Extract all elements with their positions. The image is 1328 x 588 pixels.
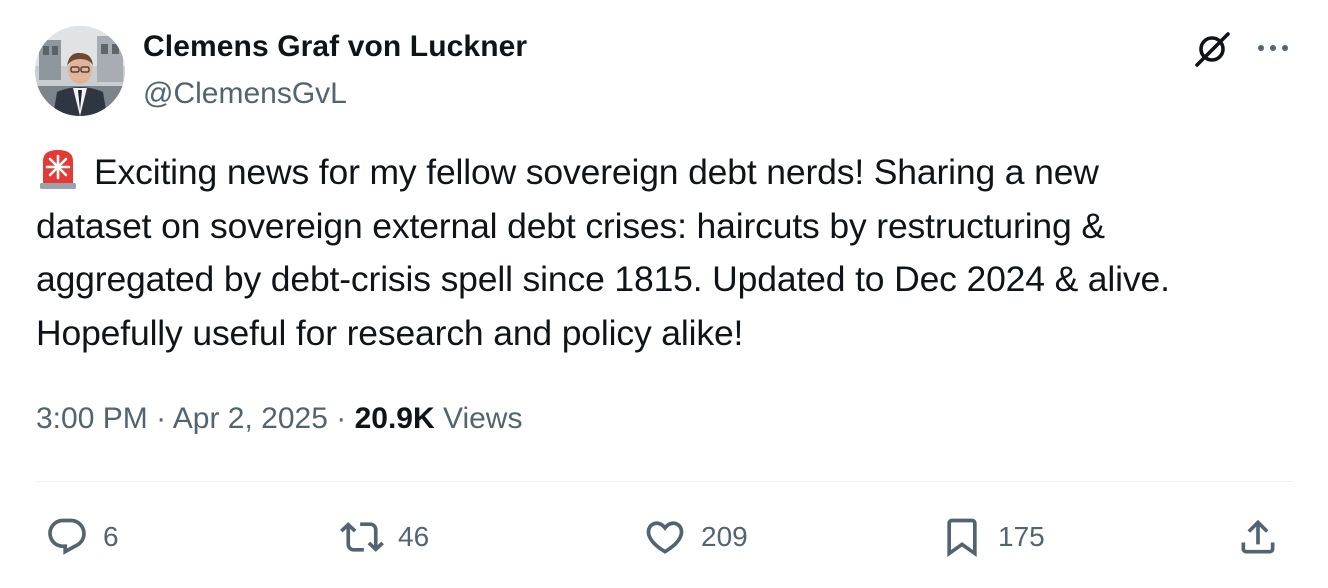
tweet-time[interactable]: 3:00 PM xyxy=(36,402,148,435)
siren-icon xyxy=(36,146,80,190)
author-handle[interactable]: @ClemensGvL xyxy=(143,77,347,111)
bookmark-button[interactable]: 175 xyxy=(940,509,1045,565)
tweet-date[interactable]: Apr 2, 2025 xyxy=(173,402,328,435)
tweet-line-3: aggregated by debt-crisis spell since 18… xyxy=(36,259,1170,299)
meta-separator: · xyxy=(336,402,347,435)
tweet-meta: 3:00 PM · Apr 2, 2025 · 20.9K Views xyxy=(36,402,522,436)
like-count: 209 xyxy=(701,521,748,552)
tweet-line-2: dataset on sovereign external debt crise… xyxy=(36,205,1105,246)
reply-button[interactable]: 6 xyxy=(45,509,119,565)
tweet-card: Clemens Graf von Luckner @ClemensGvL Exc… xyxy=(0,0,1328,588)
grok-icon[interactable] xyxy=(1191,28,1233,70)
meta-separator: · xyxy=(156,402,167,435)
tweet-line-1-text: Exciting news for my fellow sovereign de… xyxy=(94,152,1099,192)
divider xyxy=(36,481,1293,482)
views-label: Views xyxy=(442,402,523,435)
tweet-text: Exciting news for my fellow sovereign de… xyxy=(36,146,1306,360)
author-name[interactable]: Clemens Graf von Luckner xyxy=(143,30,527,64)
reply-icon xyxy=(48,518,86,555)
retweet-count: 46 xyxy=(398,521,430,552)
avatar[interactable] xyxy=(35,26,125,116)
views-count: 20.9K xyxy=(354,402,435,435)
share-button[interactable] xyxy=(1236,509,1280,565)
share-icon xyxy=(1241,519,1275,554)
tweet-line-1: Exciting news for my fellow sovereign de… xyxy=(36,146,1306,200)
tweet-line-4: Hopefully useful for research and policy… xyxy=(36,312,744,353)
bookmark-icon xyxy=(947,518,977,558)
retweet-button[interactable]: 46 xyxy=(340,509,429,565)
retweet-icon xyxy=(340,522,384,552)
reply-count: 6 xyxy=(103,521,119,552)
like-button[interactable]: 209 xyxy=(643,509,748,565)
heart-icon xyxy=(646,521,684,554)
more-icon[interactable] xyxy=(1255,34,1291,62)
bookmark-count: 175 xyxy=(998,521,1045,552)
